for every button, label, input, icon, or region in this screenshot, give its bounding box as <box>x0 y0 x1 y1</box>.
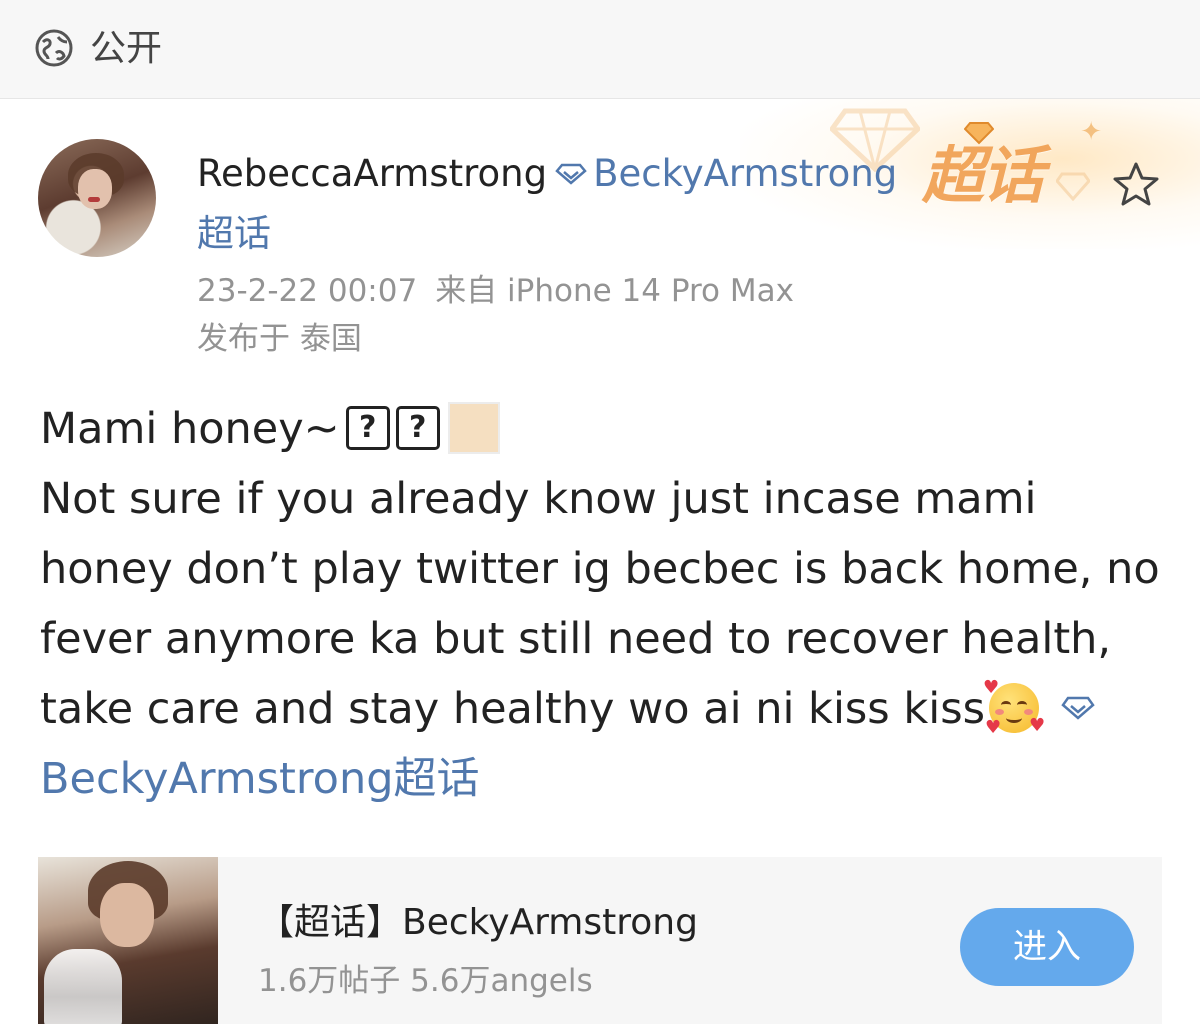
smiling-face-with-hearts-icon: ♥ ♥ ♥ <box>983 676 1046 738</box>
topic-card-title: 【超话】BeckyArmstrong <box>258 902 698 943</box>
unknown-glyph: ? <box>395 405 440 450</box>
enter-button[interactable]: 进入 <box>960 908 1134 986</box>
content-topic-link[interactable]: BeckyArmstrong超话 <box>40 754 480 804</box>
post-card: ✦ 超话 RebeccaArmstrong BeckyArmstrong 超话 2… <box>0 99 1200 1024</box>
post-location: 发布于 泰国 <box>197 321 362 357</box>
skin-tone-swatch <box>447 401 500 454</box>
author-name[interactable]: RebeccaArmstrong <box>197 152 547 195</box>
visibility-label: 公开 <box>90 28 163 69</box>
super-topic-icon <box>1061 696 1095 720</box>
content-greeting: Mami honey~ <box>40 404 340 454</box>
content-first-line: Mami honey~?? <box>40 394 1160 464</box>
post-content: Mami honey~?? Not sure if you already kn… <box>40 394 1160 814</box>
topic-link-suffix[interactable]: 超话 <box>197 211 271 257</box>
globe-icon <box>35 29 73 67</box>
super-topic-card[interactable]: 【超话】BeckyArmstrong 1.6万帖子 5.6万angels 进入 <box>38 857 1162 1024</box>
small-diamond-decoration-icon <box>1056 172 1090 201</box>
visibility-bar[interactable]: 公开 <box>0 0 1200 99</box>
topic-card-stats: 1.6万帖子 5.6万angels <box>258 963 593 999</box>
badge-gem-icon <box>964 122 994 145</box>
favorite-star-icon[interactable] <box>1112 161 1160 207</box>
post-source: 来自 iPhone 14 Pro Max <box>435 273 794 309</box>
post-meta: 23-2-22 00:07 来自 iPhone 14 Pro Max <box>197 271 794 311</box>
sparkle-icon: ✦ <box>1080 117 1102 147</box>
topic-link[interactable]: BeckyArmstrong <box>593 152 897 195</box>
author-line: RebeccaArmstrong BeckyArmstrong <box>197 151 897 197</box>
unknown-glyph: ? <box>345 405 390 450</box>
super-topic-icon <box>555 163 587 185</box>
author-avatar[interactable] <box>38 139 156 257</box>
timestamp: 23-2-22 00:07 <box>197 273 418 309</box>
topic-thumbnail <box>38 857 218 1024</box>
content-body-paragraph: Not sure if you already know just incase… <box>40 464 1160 814</box>
